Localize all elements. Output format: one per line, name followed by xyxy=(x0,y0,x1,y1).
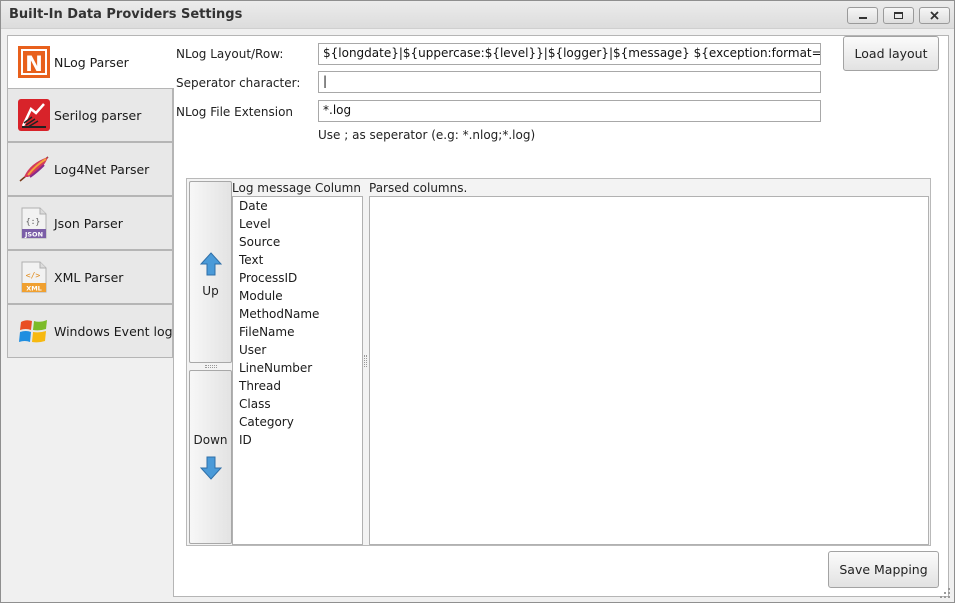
close-icon xyxy=(930,11,939,20)
provider-tabs: N NLog Parser Serilog parser Log4Net Par… xyxy=(7,35,179,597)
json-icon-tag: JSON xyxy=(24,231,43,239)
separator-label: Seperator character: xyxy=(176,76,301,90)
splitter-grip-vertical[interactable] xyxy=(364,355,367,367)
maximize-button[interactable] xyxy=(883,7,914,24)
tab-label-nlog: NLog Parser xyxy=(54,54,129,70)
xml-icon-tag: XML xyxy=(26,285,42,293)
move-up-button[interactable]: Up xyxy=(189,181,232,363)
tab-label-serilog: Serilog parser xyxy=(54,107,142,123)
extension-label: NLog File Extension xyxy=(176,105,294,119)
nlog-icon-letter: N xyxy=(25,52,43,76)
xml-file-icon: </> XML xyxy=(18,261,50,293)
layout-label: NLog Layout/Row: xyxy=(176,47,284,61)
tab-label-json: Json Parser xyxy=(54,215,123,231)
tab-serilog-parser[interactable]: Serilog parser xyxy=(7,88,173,142)
load-layout-button[interactable]: Load layout xyxy=(843,36,939,71)
minimize-icon xyxy=(858,17,867,19)
layout-input[interactable]: ${longdate}|${uppercase:${level}}|${logg… xyxy=(318,43,821,65)
list-item[interactable]: Category xyxy=(239,415,294,429)
list-item[interactable]: MethodName xyxy=(239,307,319,321)
list-item[interactable]: Level xyxy=(239,217,271,231)
windows-logo-icon xyxy=(18,315,50,347)
extension-hint: Use ; as seperator (e.g: *.nlog;*.log) xyxy=(318,128,536,142)
tab-nlog-parser[interactable]: N NLog Parser xyxy=(7,35,174,89)
list-item[interactable]: ProcessID xyxy=(239,271,297,285)
close-button[interactable] xyxy=(919,7,950,24)
list-item[interactable]: Class xyxy=(239,397,271,411)
log-columns-list[interactable]: Date Level Source Text ProcessID Module Method… xyxy=(232,196,363,545)
move-down-button[interactable]: Down xyxy=(189,370,232,544)
parsed-columns-list[interactable] xyxy=(369,196,929,545)
log4net-feather-icon xyxy=(18,153,50,185)
save-mapping-button[interactable]: Save Mapping xyxy=(828,551,939,588)
list-item[interactable]: User xyxy=(239,343,266,357)
window-title: Built-In Data Providers Settings xyxy=(9,7,243,22)
serilog-icon xyxy=(18,99,50,131)
parsed-columns-header: Parsed columns. xyxy=(369,181,468,195)
column-mapping-group: Up Down Log message Column Date Level Sour… xyxy=(186,178,931,546)
list-item[interactable]: Source xyxy=(239,235,280,249)
down-label: Down xyxy=(193,433,228,447)
list-item[interactable]: Module xyxy=(239,289,283,303)
nlog-icon: N xyxy=(18,46,50,78)
tab-label-log4net: Log4Net Parser xyxy=(54,161,150,177)
minimize-button[interactable] xyxy=(847,7,878,24)
separator-input[interactable]: | xyxy=(318,71,821,93)
splitter-grip-horizontal[interactable] xyxy=(205,365,217,368)
tab-log4net-parser[interactable]: Log4Net Parser xyxy=(7,142,173,196)
xml-icon-glyph: </> xyxy=(26,271,41,280)
title-bar: Built-In Data Providers Settings xyxy=(1,1,954,29)
list-item[interactable]: LineNumber xyxy=(239,361,312,375)
arrow-up-icon xyxy=(200,252,222,276)
tab-json-parser[interactable]: {:} JSON Json Parser xyxy=(7,196,173,250)
tab-windows-event-logs[interactable]: Windows Event logs xyxy=(7,304,179,358)
maximize-icon xyxy=(894,12,903,19)
list-item[interactable]: ID xyxy=(239,433,252,447)
log-column-header: Log message Column xyxy=(232,181,361,195)
list-item[interactable]: Thread xyxy=(239,379,281,393)
extension-input[interactable]: *.log xyxy=(318,100,821,122)
settings-window: Built-In Data Providers Settings N NLog … xyxy=(0,0,955,603)
tab-label-windows-event: Windows Event logs xyxy=(54,323,180,339)
json-file-icon: {:} JSON xyxy=(18,207,50,239)
up-label: Up xyxy=(202,284,219,298)
list-item[interactable]: FileName xyxy=(239,325,294,339)
list-item[interactable]: Text xyxy=(239,253,263,267)
nlog-settings-panel: NLog Layout/Row: ${longdate}|${uppercase… xyxy=(173,35,949,597)
list-item[interactable]: Date xyxy=(239,199,268,213)
resize-grip-icon[interactable] xyxy=(939,587,951,599)
arrow-down-icon xyxy=(200,456,222,480)
tab-label-xml: XML Parser xyxy=(54,269,124,285)
json-icon-glyph: {:} xyxy=(26,217,40,226)
tab-xml-parser[interactable]: </> XML XML Parser xyxy=(7,250,173,304)
